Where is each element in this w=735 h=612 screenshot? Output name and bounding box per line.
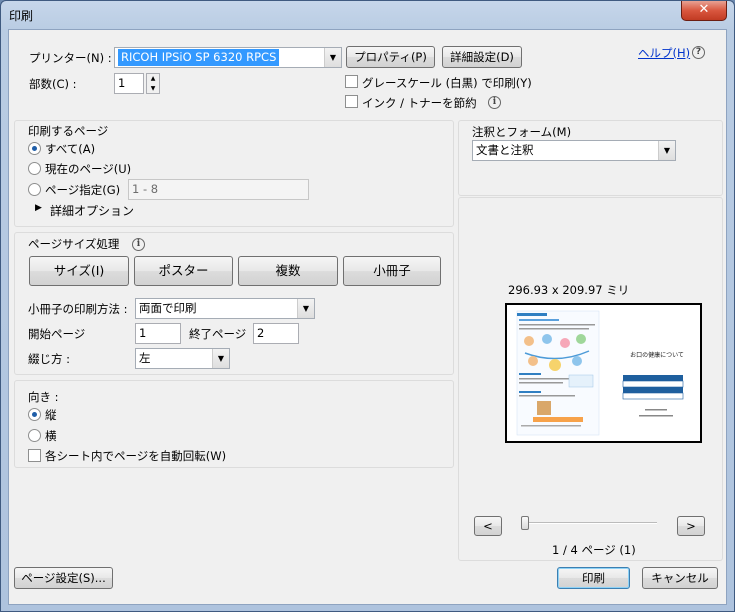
page-indicator: 1 / 4 ページ (1) — [552, 543, 636, 557]
binding-select[interactable]: 左 ▼ — [135, 348, 230, 369]
comments-select[interactable]: 文書と注釈 ▼ — [472, 140, 676, 161]
properties-button[interactable]: プロパティ(P) — [346, 46, 435, 68]
booklet-subset-value: 両面で印刷 — [139, 301, 197, 315]
pages-heading: 印刷するページ — [28, 124, 109, 138]
comments-heading: 注釈とフォーム(M) — [472, 125, 572, 139]
pages-range-label[interactable]: ページ指定(G) — [45, 182, 120, 198]
auto-rotate-checkbox[interactable] — [28, 449, 41, 462]
page-thumbnail: お口の健康について — [516, 310, 684, 436]
grayscale-label[interactable]: グレースケール (白黒) で印刷(Y) — [362, 75, 532, 91]
title-bar[interactable]: 印刷 ✕ — [1, 1, 734, 29]
landscape-radio[interactable] — [28, 429, 41, 442]
portrait-radio[interactable] — [28, 408, 41, 421]
end-page-label: 終了ページ — [189, 327, 247, 341]
multiple-button[interactable]: 複数 — [238, 256, 338, 286]
landscape-label[interactable]: 横 — [45, 428, 57, 444]
binding-label: 綴じ方 : — [28, 352, 71, 366]
info-icon[interactable]: i — [132, 238, 145, 251]
preview-dimensions: 296.93 x 209.97 ミリ — [508, 283, 630, 297]
cancel-button[interactable]: キャンセル — [642, 567, 718, 589]
chevron-down-icon: ▼ — [324, 48, 341, 67]
advanced-button[interactable]: 詳細設定(D) — [442, 46, 522, 68]
page-preview: お口の健康について — [505, 303, 702, 443]
copies-input[interactable]: 1 — [114, 73, 144, 94]
end-page-input[interactable]: 2 — [253, 323, 299, 344]
orientation-panel: 向き : 縦 横 各シート内でページを自動回転(W) — [14, 380, 454, 468]
previous-page-button[interactable]: < — [474, 516, 502, 536]
pages-panel: 印刷するページ すべて(A) 現在のページ(U) ページ指定(G) 1 - 8 … — [14, 120, 454, 227]
spin-up-icon[interactable]: ▲ — [147, 74, 159, 84]
pages-range-radio[interactable] — [28, 183, 41, 196]
chevron-down-icon: ▼ — [297, 299, 314, 318]
start-page-label: 開始ページ — [28, 327, 86, 341]
pages-all-radio[interactable] — [28, 142, 41, 155]
booklet-subset-label: 小冊子の印刷方法 : — [28, 302, 128, 316]
size-button[interactable]: サイズ(I) — [29, 256, 129, 286]
booklet-button[interactable]: 小冊子 — [343, 256, 441, 286]
copies-label: 部数(C) : — [29, 77, 77, 91]
save-ink-checkbox[interactable] — [345, 95, 358, 108]
orientation-heading: 向き : — [28, 390, 59, 404]
next-page-button[interactable]: > — [677, 516, 705, 536]
print-dialog: 印刷 ✕ プリンター(N) : RICOH IPSiO SP 6320 RPCS… — [0, 0, 735, 612]
more-options-toggle[interactable]: 詳細オプション — [50, 202, 134, 219]
info-icon[interactable]: i — [488, 96, 501, 109]
chevron-down-icon: ▼ — [212, 349, 229, 368]
preview-slider-thumb[interactable] — [521, 516, 529, 530]
grayscale-checkbox[interactable] — [345, 75, 358, 88]
comments-panel: 注釈とフォーム(M) 文書と注釈 ▼ — [458, 120, 723, 196]
preview-slider-track[interactable] — [522, 522, 657, 524]
binding-value: 左 — [139, 351, 151, 365]
chevron-down-icon: ▼ — [658, 141, 675, 160]
start-page-input[interactable]: 1 — [135, 323, 181, 344]
page-sizing-heading: ページサイズ処理 — [28, 237, 120, 251]
pages-current-radio[interactable] — [28, 162, 41, 175]
spin-down-icon[interactable]: ▼ — [147, 84, 159, 94]
pages-all-label[interactable]: すべて(A) — [45, 141, 95, 157]
portrait-label[interactable]: 縦 — [45, 407, 57, 423]
poster-button[interactable]: ポスター — [134, 256, 233, 286]
print-button[interactable]: 印刷 — [557, 567, 630, 589]
pages-current-label[interactable]: 現在のページ(U) — [45, 161, 131, 177]
save-ink-label[interactable]: インク / トナーを節約 — [362, 95, 477, 111]
close-button[interactable]: ✕ — [681, 1, 727, 21]
printer-select[interactable]: RICOH IPSiO SP 6320 RPCS ▼ — [114, 47, 342, 68]
expand-triangle-icon[interactable]: ▶ — [35, 203, 42, 213]
thumbnail-title: お口の健康について — [630, 351, 684, 359]
auto-rotate-label[interactable]: 各シート内でページを自動回転(W) — [45, 448, 226, 464]
pages-range-input[interactable]: 1 - 8 — [128, 179, 309, 200]
dialog-client-area: プリンター(N) : RICOH IPSiO SP 6320 RPCS ▼ プロ… — [8, 29, 727, 605]
printer-selected-value: RICOH IPSiO SP 6320 RPCS — [118, 49, 280, 66]
copies-spinner[interactable]: ▲ ▼ — [146, 73, 160, 94]
printer-label: プリンター(N) : — [29, 51, 112, 65]
comments-value: 文書と注釈 — [476, 143, 534, 157]
help-icon[interactable]: ? — [692, 46, 705, 59]
booklet-subset-select[interactable]: 両面で印刷 ▼ — [135, 298, 315, 319]
page-sizing-panel: ページサイズ処理 i サイズ(I) ポスター 複数 小冊子 小冊子の印刷方法 :… — [14, 232, 454, 375]
page-setup-button[interactable]: ページ設定(S)... — [14, 567, 113, 589]
window-title: 印刷 — [9, 9, 34, 23]
help-link[interactable]: ヘルプ(H) — [638, 45, 690, 61]
